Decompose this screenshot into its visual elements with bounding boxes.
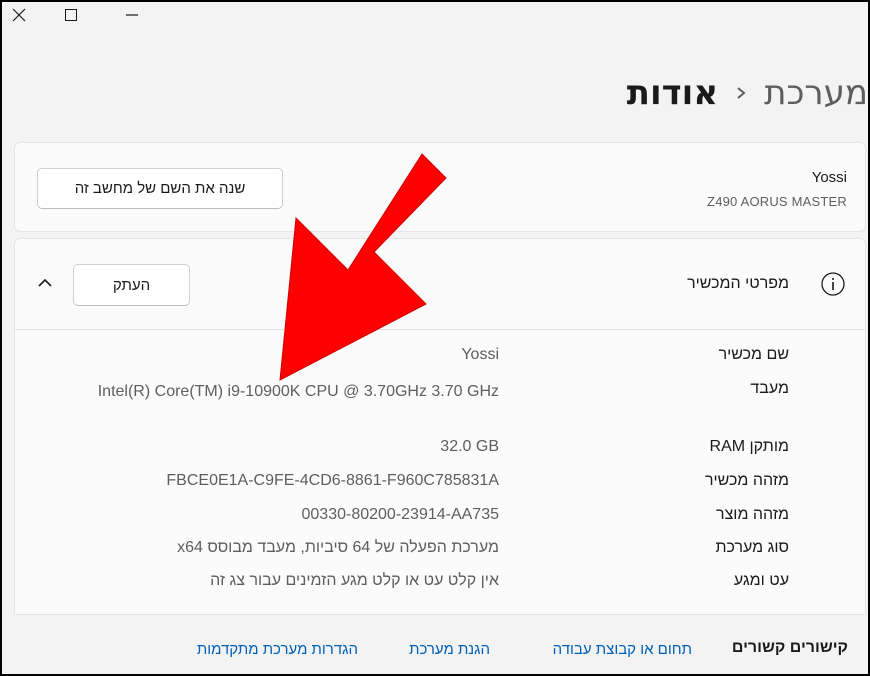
annotation-arrow [279, 153, 447, 381]
settings-window: מערכת אודות Yossi Z490 AORUS MASTER שנה … [0, 0, 870, 676]
